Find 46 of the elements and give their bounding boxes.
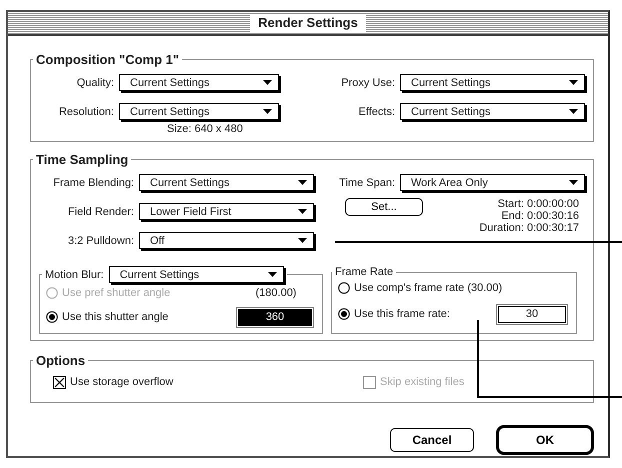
dropdown-menu[interactable]: Current Settings xyxy=(119,74,279,91)
radio-option[interactable]: Use this shutter angle xyxy=(46,307,168,327)
input-field[interactable]: 30 xyxy=(498,306,566,322)
radio-option[interactable]: Use comp's frame rate (30.00) xyxy=(338,278,502,298)
field-label: Time Span: xyxy=(338,176,395,188)
field-label: Frame Blending: xyxy=(52,176,134,188)
group-title: Options xyxy=(35,353,86,368)
group-title: Frame Rate xyxy=(334,266,394,278)
dropdown-menu[interactable]: Work Area Only xyxy=(400,174,585,191)
field-label: Effects: xyxy=(358,106,395,118)
angle-reading: (180.00) xyxy=(254,287,298,299)
group-title: Composition "Comp 1" xyxy=(35,52,180,67)
dialog-button[interactable]: Cancel xyxy=(390,428,474,452)
size-text: Size: 640 x 480 xyxy=(167,123,243,135)
caret-icon xyxy=(569,109,578,114)
field-label: Proxy Use: xyxy=(340,76,395,88)
caret-icon xyxy=(569,180,578,185)
caret-icon xyxy=(268,272,277,277)
dropdown-menu[interactable]: Current Settings xyxy=(139,174,314,191)
caret-icon xyxy=(298,238,307,243)
caret-icon xyxy=(298,209,307,214)
dropdown-menu[interactable]: Current Settings xyxy=(108,266,284,283)
dropdown-menu[interactable]: Current Settings xyxy=(119,103,279,120)
field-label: 3:2 Pulldown: xyxy=(66,234,134,246)
checkbox-option[interactable]: Use storage overflow xyxy=(53,372,363,392)
radio-option[interactable]: Use this frame rate: xyxy=(338,304,450,324)
time-readout: Duration: 0:00:30:17 xyxy=(479,222,579,234)
field-label: Motion Blur: xyxy=(45,268,104,280)
field-label: Field Render: xyxy=(66,206,134,218)
caret-icon xyxy=(569,80,578,85)
time-readout: Start: 0:00:00:00 xyxy=(498,198,579,210)
caret-icon xyxy=(298,180,307,185)
dropdown-menu[interactable]: Lower Field First xyxy=(139,203,314,220)
field-label: Quality: xyxy=(76,76,114,88)
dropdown-menu[interactable]: Current Settings xyxy=(400,103,585,120)
set-button[interactable]: Set... xyxy=(345,198,423,216)
field-label: Resolution: xyxy=(58,106,114,118)
caret-icon xyxy=(263,80,272,85)
caret-icon xyxy=(263,109,272,114)
dialog-button[interactable]: OK xyxy=(496,425,594,455)
window-title: Render Settings xyxy=(250,14,366,32)
group-title: Time Sampling xyxy=(35,152,130,167)
input-field[interactable]: 360 xyxy=(238,308,312,326)
dropdown-menu[interactable]: Current Settings xyxy=(400,74,585,91)
time-readout: End: 0:00:30:16 xyxy=(501,210,579,222)
dropdown-menu[interactable]: Off xyxy=(139,232,314,249)
